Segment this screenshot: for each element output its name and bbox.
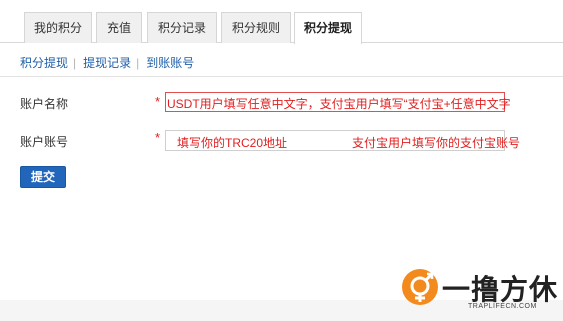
tab-points-rules[interactable]: 积分规则 [221,12,291,43]
tab-recharge[interactable]: 充值 [96,12,142,43]
watermark-subtext: TRAPLIFECN.COM [468,303,537,310]
tab-bar: 我的积分 充值 积分记录 积分规则 积分提现 [0,0,563,44]
subnav-separator: | [73,56,77,70]
tab-points-withdraw[interactable]: 积分提现 [294,12,362,44]
tab-points-history[interactable]: 积分记录 [147,12,217,43]
points-panel: 我的积分 充值 积分记录 积分规则 积分提现 积分提现 | 提现记录 | 到账账号 账户… [0,0,563,300]
account-number-label: 账户账号 [20,135,69,149]
watermark-text: 一撸方休 [442,273,559,306]
watermark-logo: 一撸方休 TRAPLIFECN.COM [398,265,558,315]
account-name-label: 账户名称 [20,97,69,111]
tab-my-points[interactable]: 我的积分 [24,12,92,43]
account-name-hint: USDT用户填写任意中文字，支付宝用户填写“支付宝+任意中文字 [167,97,511,111]
subnav-withdraw-records-link[interactable]: 提现记录 [83,56,131,70]
subnav-payout-account-link[interactable]: 到账账号 [146,56,194,70]
account-number-hint-usdt: 填写你的TRC20地址 [177,136,288,150]
submit-button[interactable]: 提交 [20,166,66,188]
account-number-input[interactable]: 填写你的TRC20地址 支付宝用户填写你的支付宝账号 [165,130,520,151]
required-mark: * [155,130,161,145]
account-number-hint-alipay: 支付宝用户填写你的支付宝账号 [352,136,521,150]
sub-navigation: 积分提现 | 提现记录 | 到账账号 [20,54,194,70]
required-mark: * [155,94,161,109]
gender-symbol-icon [402,269,438,305]
account-name-input[interactable]: USDT用户填写任意中文字，支付宝用户填写“支付宝+任意中文字 [165,92,511,112]
subnav-withdraw-link[interactable]: 积分提现 [20,56,68,70]
subnav-separator: | [136,56,140,70]
section-divider [0,76,563,77]
